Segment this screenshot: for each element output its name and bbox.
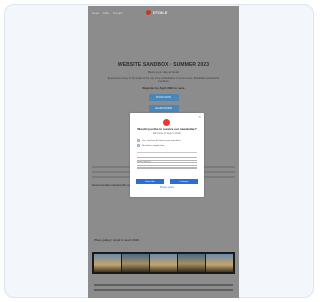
newsletter-modal: × Would you like to receive our newslett… [130,113,204,197]
option-yes[interactable]: Yes, send me the latest news and offers [137,139,197,142]
nav-item-groups[interactable]: Groups [113,11,123,15]
option-label: Yes, send me the latest news and offers [142,139,181,142]
gallery-title: Photo gallery: Hotel & resort 2023 [94,238,140,242]
option-no[interactable]: No thanks, maybe later [137,144,197,147]
subscribe-button[interactable]: Subscribe [136,179,164,184]
gallery-thumb[interactable] [122,254,149,272]
text-line [94,289,233,291]
footer-text [94,284,233,294]
radio-icon[interactable] [137,144,140,147]
logo-icon [146,9,151,15]
close-icon[interactable]: × [199,115,201,119]
modal-title: Would you like to receive our newsletter… [137,127,197,131]
modal-fine-print [137,157,197,170]
continue-button[interactable]: Continue [170,179,198,184]
logo-text: ETOILE [153,9,168,15]
site-logo[interactable]: ETOILE [146,8,172,16]
photo-gallery [92,252,235,274]
hero-title: WEBSITE SANDBOX · SUMMER 2023 [117,62,210,68]
gallery-thumb[interactable] [206,254,233,272]
text-line [137,167,197,169]
hero-body: Experience luxury in the heart of the ci… [107,77,220,84]
email-field[interactable]: Email address [137,149,197,163]
site-nav: Hotel Kids Groups [92,11,123,15]
gallery-thumb[interactable] [178,254,205,272]
text-line [137,159,197,161]
radio-icon[interactable] [137,139,140,142]
gallery-thumb[interactable] [94,254,121,272]
hero-highlight: Register by April 30th to save [142,85,185,90]
text-line [137,164,197,166]
text-line [137,157,197,159]
nav-item-kids[interactable]: Kids [103,11,109,15]
text-line [94,284,233,286]
option-label: No thanks, maybe later [142,144,165,147]
privacy-link[interactable]: Privacy policy [130,187,204,189]
hero-section: WEBSITE SANDBOX · SUMMER 2023 Book your … [88,62,239,112]
nav-item-hotel[interactable]: Hotel [92,11,99,15]
modal-actions: Subscribe Continue [136,179,198,184]
book-now-button[interactable]: BOOK NOW [148,93,179,101]
text-line [137,162,197,164]
site-topbar: Hotel Kids Groups ETOILE [88,6,239,20]
gallery-thumb[interactable] [150,254,177,272]
learn-more-button[interactable]: LEARN MORE [148,104,179,112]
brand-logo-icon [163,119,170,126]
hero-subtitle: Book your stay at Hotel [147,70,179,74]
modal-subtitle: We'd love to keep in touch [153,132,181,135]
